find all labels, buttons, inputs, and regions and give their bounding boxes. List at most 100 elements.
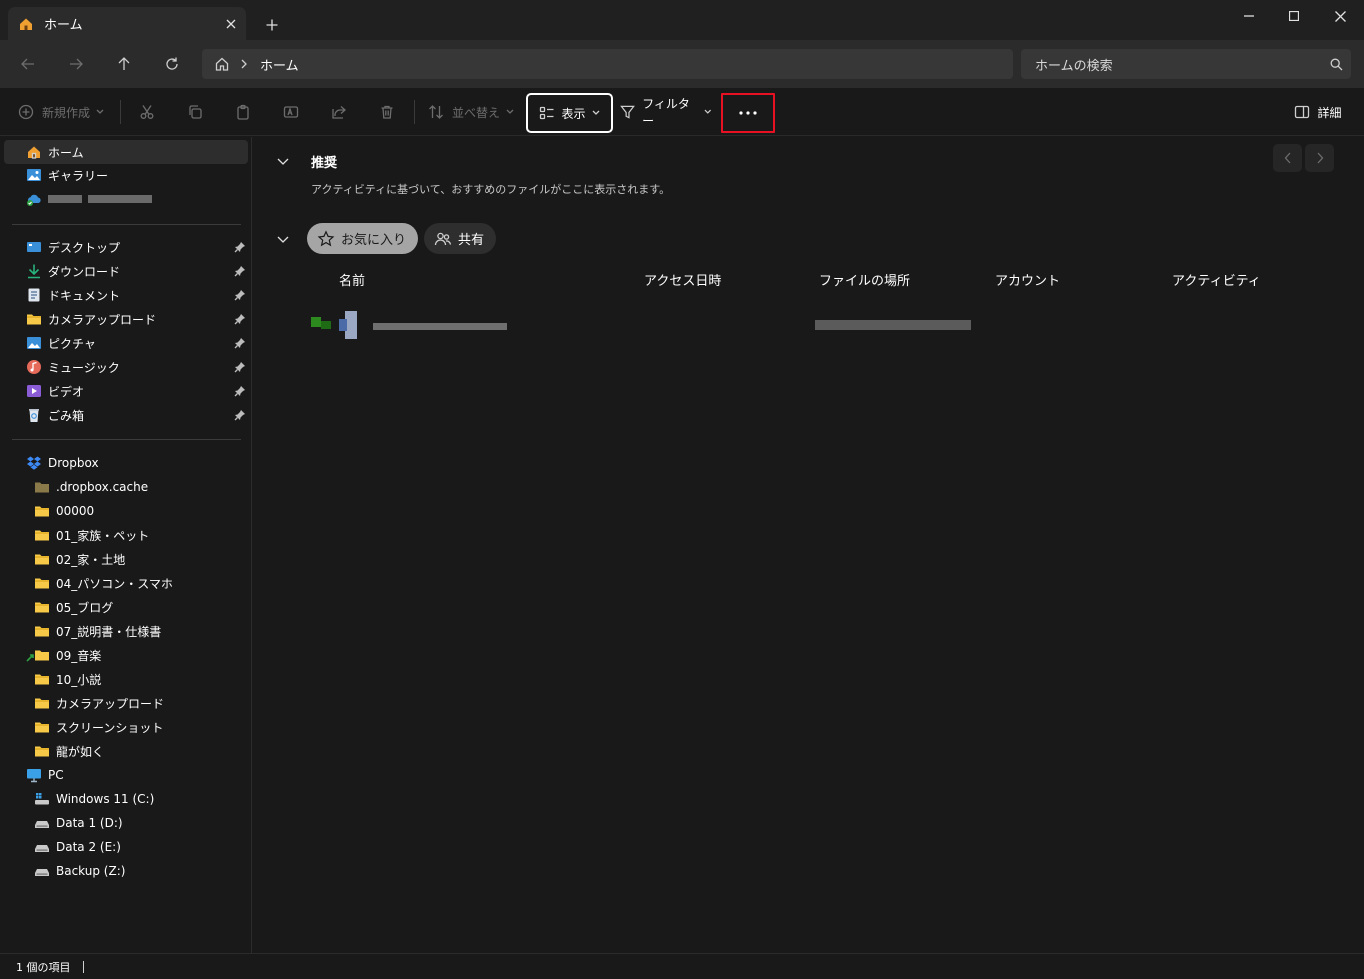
folder-icon — [34, 479, 50, 495]
previous-page-button[interactable] — [1273, 144, 1302, 172]
copy-button[interactable] — [179, 95, 211, 129]
minimize-button[interactable] — [1226, 0, 1272, 32]
tab-favorites[interactable]: お気に入り — [307, 223, 419, 254]
shared-folder-icon — [26, 647, 50, 663]
sidebar-item-folder[interactable]: 00000 — [34, 499, 94, 523]
folder-icon — [34, 575, 50, 591]
sidebar-item-camera-uploads[interactable]: カメラアップロード — [26, 307, 156, 331]
chevron-right-icon[interactable] — [240, 59, 248, 69]
pin-icon[interactable] — [234, 265, 246, 277]
search-icon[interactable] — [1321, 58, 1351, 71]
navigation-pane: ホーム ギャラリー デスクトップ ダウンロード ドキュメント カメラアップロード… — [0, 137, 252, 953]
view-button[interactable]: 表示 — [526, 93, 613, 133]
sidebar-item-folder[interactable]: 02_家・土地 — [34, 547, 125, 571]
sidebar-item-drive-c[interactable]: Windows 11 (C:) — [34, 787, 154, 811]
pin-icon[interactable] — [234, 313, 246, 325]
cut-button[interactable] — [131, 95, 163, 129]
folder-icon — [34, 695, 50, 711]
sidebar-item-drive-z[interactable]: Backup (Z:) — [34, 859, 125, 883]
recommended-title: 推奨 — [311, 156, 338, 171]
sort-button[interactable]: 並べ替え — [424, 95, 518, 129]
path-segment-home[interactable]: ホーム — [260, 55, 299, 74]
sidebar-item-pictures[interactable]: ピクチャ — [26, 331, 96, 355]
sidebar-item-folder[interactable]: 05_ブログ — [34, 595, 113, 619]
separator — [414, 100, 415, 124]
back-button[interactable] — [12, 50, 44, 78]
rename-button[interactable] — [275, 95, 307, 129]
new-button[interactable]: 新規作成 — [14, 95, 108, 129]
share-button[interactable] — [323, 95, 355, 129]
folder-icon — [34, 527, 50, 543]
search-input[interactable]: ホームの検索 — [1021, 49, 1351, 79]
tab-home[interactable]: ホーム — [8, 7, 246, 40]
divider — [12, 224, 241, 225]
more-options-button[interactable] — [721, 93, 775, 133]
sidebar-item-dropbox-cache[interactable]: .dropbox.cache — [34, 475, 148, 499]
dropbox-icon — [26, 455, 42, 471]
system-drive-icon — [34, 791, 50, 807]
collapse-recommended-icon[interactable] — [275, 153, 291, 169]
sidebar-item-downloads[interactable]: ダウンロード — [26, 259, 120, 283]
column-location[interactable]: ファイルの場所 — [819, 270, 910, 289]
tab-shared[interactable]: 共有 — [424, 223, 497, 254]
sidebar-item-drive-e[interactable]: Data 2 (E:) — [34, 835, 121, 859]
sidebar-item-folder[interactable]: スクリーンショット — [34, 715, 163, 739]
sidebar-item-onedrive[interactable] — [26, 187, 152, 211]
sidebar-item-pc[interactable]: PC — [26, 763, 64, 787]
file-thumbnail-part — [339, 319, 347, 331]
sidebar-item-home[interactable]: ホーム — [4, 140, 248, 164]
sidebar-item-videos[interactable]: ビデオ — [26, 379, 84, 403]
sidebar-item-folder[interactable]: 04_パソコン・スマホ — [34, 571, 173, 595]
close-window-button[interactable] — [1317, 0, 1363, 32]
drive-icon — [34, 839, 50, 855]
sidebar-item-folder[interactable]: 10_小説 — [34, 667, 101, 691]
sidebar-item-recycle-bin[interactable]: ごみ箱 — [26, 403, 84, 427]
sidebar-item-gallery[interactable]: ギャラリー — [26, 163, 108, 187]
sidebar-item-folder[interactable]: カメラアップロード — [34, 691, 164, 715]
pin-icon[interactable] — [234, 241, 246, 253]
sidebar-item-documents[interactable]: ドキュメント — [26, 283, 120, 307]
sidebar-item-desktop[interactable]: デスクトップ — [26, 235, 120, 259]
sidebar-item-folder-shared[interactable]: 09_音楽 — [26, 643, 101, 667]
sidebar-item-folder[interactable]: 龍が如く — [34, 739, 104, 763]
refresh-button[interactable] — [156, 50, 188, 78]
more-dots-icon — [739, 111, 757, 115]
new-tab-button[interactable] — [258, 11, 286, 39]
sidebar-item-dropbox[interactable]: Dropbox — [26, 451, 99, 475]
pin-icon[interactable] — [234, 361, 246, 373]
collapse-files-icon[interactable] — [275, 231, 291, 247]
column-accessed[interactable]: アクセス日時 — [644, 270, 721, 289]
blurred-account-name — [48, 195, 152, 203]
filter-button[interactable]: フィルター — [620, 95, 712, 129]
separator — [120, 100, 121, 124]
sidebar-item-folder[interactable]: 01_家族・ペット — [34, 523, 149, 547]
up-button[interactable] — [108, 50, 140, 78]
pin-icon[interactable] — [234, 385, 246, 397]
pin-icon[interactable] — [234, 409, 246, 421]
home-icon — [26, 144, 42, 160]
details-button[interactable]: 詳細 — [1285, 95, 1351, 129]
pc-icon — [26, 767, 42, 783]
table-row[interactable] — [311, 311, 751, 341]
maximize-button[interactable] — [1271, 0, 1317, 32]
item-count: 1 個の項目 — [16, 960, 71, 974]
close-tab-icon[interactable] — [216, 9, 246, 39]
pin-icon[interactable] — [234, 289, 246, 301]
next-page-button[interactable] — [1305, 144, 1334, 172]
folder-icon — [34, 623, 50, 639]
documents-icon — [26, 287, 42, 303]
delete-button[interactable] — [371, 95, 403, 129]
pin-icon[interactable] — [234, 337, 246, 349]
column-account[interactable]: アカウント — [995, 270, 1060, 289]
sidebar-item-drive-d[interactable]: Data 1 (D:) — [34, 811, 123, 835]
forward-button[interactable] — [60, 50, 92, 78]
address-path[interactable]: ホーム — [202, 49, 1013, 79]
column-name[interactable]: 名前 — [339, 270, 365, 289]
paste-button[interactable] — [227, 95, 259, 129]
file-type-icon-part — [321, 321, 331, 329]
home-outline-icon[interactable] — [214, 56, 230, 72]
divider — [12, 439, 241, 440]
column-activity[interactable]: アクティビティ — [1172, 270, 1261, 289]
sidebar-item-folder[interactable]: 07_説明書・仕様書 — [34, 619, 161, 643]
sidebar-item-music[interactable]: ミュージック — [26, 355, 120, 379]
